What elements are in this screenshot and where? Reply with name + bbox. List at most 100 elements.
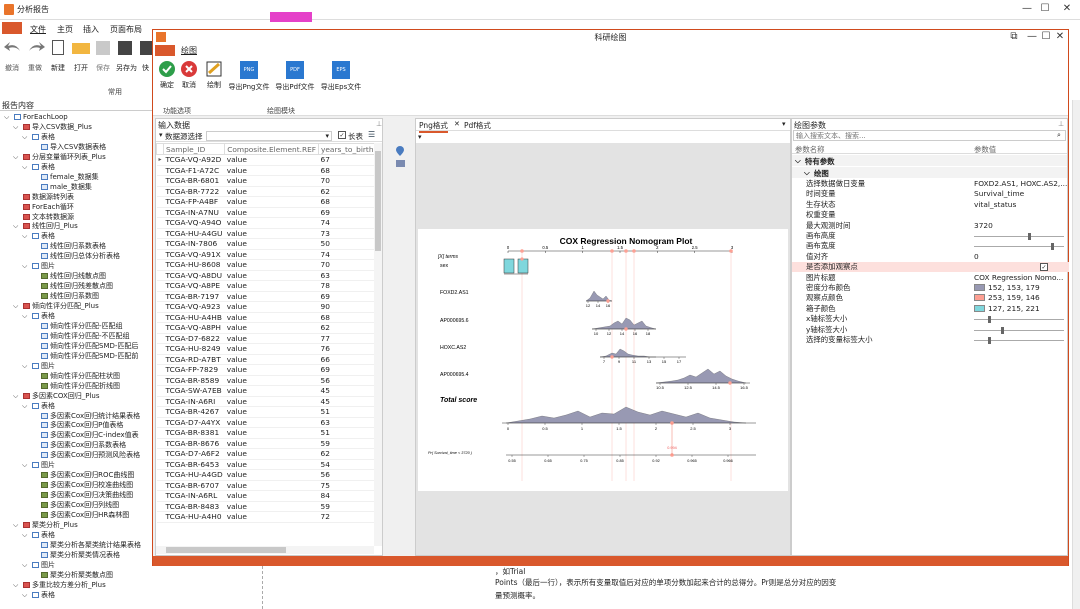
table-cell[interactable]: TCGA-VQ-A8PH xyxy=(163,322,225,334)
param-row[interactable]: 最大观测时间 3720 xyxy=(792,221,1069,231)
table-cell[interactable]: TCGA-BR-7722 xyxy=(163,186,225,197)
table-row[interactable]: TCGA-VQ-A8PE value 78 xyxy=(156,280,374,292)
color-swatch[interactable] xyxy=(974,294,985,302)
table-cell[interactable]: 72 xyxy=(318,511,374,523)
table-cell[interactable]: value xyxy=(224,459,319,470)
tree-expand-icon[interactable]: ⌵ xyxy=(13,391,21,401)
menu-insert[interactable]: 插入 xyxy=(83,24,99,35)
table-cell[interactable]: TCGA-BR-8676 xyxy=(163,438,225,449)
grid-v-scrollbar[interactable] xyxy=(374,143,382,546)
menu-page-layout[interactable]: 页面布局 xyxy=(110,24,142,35)
table-cell[interactable]: value xyxy=(224,186,319,197)
grid-h-scrollbar[interactable] xyxy=(156,546,374,554)
table-cell[interactable]: 63 xyxy=(318,270,374,281)
cancel-button[interactable]: 取消 xyxy=(179,61,199,90)
tree-expand-icon[interactable]: ⌵ xyxy=(13,301,21,311)
table-cell[interactable]: TCGA-BR-4267 xyxy=(163,406,225,418)
long-table-checkbox[interactable]: ✓ xyxy=(338,131,346,139)
table-cell[interactable]: 62 xyxy=(318,322,374,334)
table-cell[interactable]: 69 xyxy=(318,364,374,376)
table-cell[interactable]: TCGA-HU-A4GU xyxy=(163,228,225,239)
restore-icon[interactable]: ⧉ xyxy=(1005,30,1023,44)
table-cell[interactable]: value xyxy=(224,501,319,512)
toolbar-dropdown-icon[interactable]: ▾ xyxy=(159,131,163,139)
export-pdf-button[interactable]: PDF 导出Pdf文件 xyxy=(273,61,317,92)
table-cell[interactable]: 56 xyxy=(318,375,374,386)
tree-item[interactable]: 文本转数据源 xyxy=(13,212,74,222)
param-row[interactable]: 是否添加观察点 ✓ xyxy=(792,262,1069,273)
table-row[interactable]: TCGA-BR-8381 value 51 xyxy=(156,427,374,439)
tree-item[interactable]: ForEach循环 xyxy=(13,202,74,212)
table-cell[interactable]: value xyxy=(224,165,319,176)
category-special[interactable]: ⌵ 特有参数 xyxy=(792,155,1067,166)
tree-item[interactable]: female_数据集 xyxy=(31,172,99,182)
param-slider[interactable] xyxy=(974,316,1064,324)
table-cell[interactable]: value xyxy=(224,312,319,323)
save-as-icon[interactable] xyxy=(118,41,132,55)
tree-item[interactable]: ⌵ 分层变量循环列表_Plus xyxy=(13,152,106,162)
search-icon[interactable]: ⌕ xyxy=(1057,131,1061,140)
param-row[interactable]: 选择数据做日变量 FOXD2.AS1, HOXC.AS2,... xyxy=(792,179,1069,189)
table-cell[interactable]: TCGA-BR-6453 xyxy=(163,459,225,470)
tree-item[interactable]: 多因素Cox回归C-index值表 xyxy=(31,430,139,440)
tree-expand-icon[interactable]: ⌵ xyxy=(13,580,21,590)
tree-item[interactable]: 聚类分析各聚类统计结果表格 xyxy=(31,540,141,550)
tree-item[interactable]: 线性回归残差散点图 xyxy=(31,281,113,291)
param-row[interactable]: y轴标签大小 xyxy=(792,325,1069,335)
save-button[interactable]: 保存 xyxy=(96,63,110,73)
save-icon[interactable] xyxy=(96,41,110,55)
table-cell[interactable]: TCGA-VQ-A8PE xyxy=(163,280,225,292)
tree-expand-icon[interactable]: ⌵ xyxy=(22,590,30,600)
tree-expand-icon[interactable]: ⌵ xyxy=(13,152,21,162)
table-cell[interactable]: TCGA-F1-A72C xyxy=(163,165,225,176)
table-cell[interactable]: 78 xyxy=(318,280,374,292)
input-pin-icon[interactable]: ⊥ xyxy=(376,120,382,128)
table-cell[interactable]: TCGA-IN-A6RI xyxy=(163,396,225,407)
table-cell[interactable]: 54 xyxy=(318,459,374,470)
table-cell[interactable]: TCGA-VQ-A92D xyxy=(163,154,225,166)
slider-thumb[interactable] xyxy=(1001,326,1004,334)
table-cell[interactable]: TCGA-HU-8608 xyxy=(163,259,225,271)
table-cell[interactable]: 84 xyxy=(318,490,374,502)
tree-item[interactable]: 数据源转列表 xyxy=(13,192,74,202)
dialog-app-menu-button[interactable] xyxy=(155,45,175,56)
open-button[interactable]: 打开 xyxy=(74,63,88,73)
param-row[interactable]: x轴标签大小 xyxy=(792,314,1069,324)
table-cell[interactable]: TCGA-HU-A4H0 xyxy=(163,511,225,523)
slider-thumb[interactable] xyxy=(1050,243,1054,251)
table-cell[interactable]: value xyxy=(224,375,319,386)
param-value[interactable]: COX Regression Nomo... xyxy=(974,273,1063,283)
table-row[interactable]: TCGA-D7-A6F2 value 62 xyxy=(156,448,374,460)
table-cell[interactable]: 68 xyxy=(318,312,374,323)
table-cell[interactable]: TCGA-RD-A7BT xyxy=(163,354,225,365)
tree-expand-icon[interactable]: ⌵ xyxy=(22,361,30,371)
table-row[interactable]: TCGA-RD-A7BT value 66 xyxy=(156,354,374,365)
table-cell[interactable]: TCGA-BR-8589 xyxy=(163,375,225,386)
table-row[interactable]: TCGA-BR-8483 value 59 xyxy=(156,501,374,512)
param-value[interactable]: 152, 153, 179 xyxy=(974,283,1040,293)
table-cell[interactable]: TCGA-VQ-A923 xyxy=(163,301,225,313)
undo-button[interactable]: 撤消 xyxy=(5,63,19,73)
param-value[interactable]: vital_status xyxy=(974,200,1016,210)
table-cell[interactable]: 76 xyxy=(318,343,374,355)
table-cell[interactable]: value xyxy=(224,301,319,313)
table-cell[interactable]: value xyxy=(224,322,319,334)
table-cell[interactable]: TCGA-VQ-A8DU xyxy=(163,270,225,281)
tab-list-dropdown-icon[interactable]: ▾ xyxy=(782,120,786,128)
table-cell[interactable]: value xyxy=(224,175,319,187)
table-cell[interactable]: 73 xyxy=(318,228,374,239)
column-header[interactable]: Sample_ID xyxy=(163,143,226,155)
tree-expand-icon[interactable]: ⌵ xyxy=(22,132,30,142)
source-select-dropdown[interactable]: ▾ xyxy=(206,131,332,141)
table-cell[interactable]: TCGA-IN-7806 xyxy=(163,238,225,250)
grid-v-thumb[interactable] xyxy=(375,151,381,251)
tree-item[interactable]: 多因素Cox回归预测风险表格 xyxy=(31,450,140,460)
table-cell[interactable]: TCGA-SW-A7EB xyxy=(163,385,225,397)
tree-item[interactable]: 倾向性评分匹配-匹配组 xyxy=(31,321,123,331)
table-cell[interactable]: 45 xyxy=(318,396,374,407)
table-row[interactable]: TCGA-BR-7197 value 69 xyxy=(156,291,374,302)
tree-item[interactable]: 倾向性评分匹配SMD-匹配前 xyxy=(31,351,138,361)
redo-button[interactable]: 重做 xyxy=(28,63,42,73)
tree-item[interactable]: ⌵ 图片 xyxy=(22,261,55,271)
table-cell[interactable]: TCGA-HU-8249 xyxy=(163,343,225,355)
